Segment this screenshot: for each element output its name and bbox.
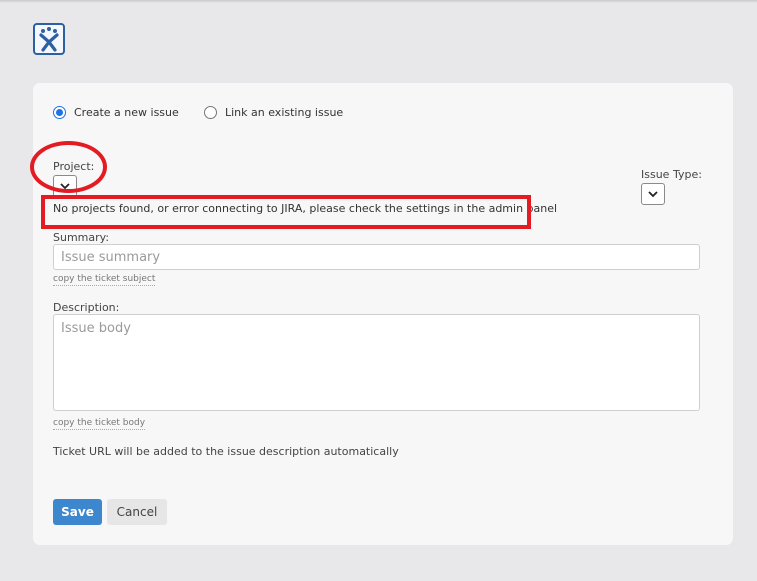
description-textarea[interactable]	[53, 314, 700, 411]
chevron-down-icon	[60, 182, 70, 189]
create-issue-option[interactable]: Create a new issue	[53, 103, 179, 121]
summary-input[interactable]	[53, 244, 700, 270]
description-label: Description:	[53, 301, 120, 314]
jira-logo-icon	[33, 23, 65, 55]
top-bar	[0, 0, 757, 3]
link-issue-label[interactable]: Link an existing issue	[225, 106, 343, 119]
cancel-button[interactable]: Cancel	[107, 499, 167, 525]
create-issue-label[interactable]: Create a new issue	[74, 106, 179, 119]
create-issue-form: Create a new issue Link an existing issu…	[30, 83, 733, 545]
project-select[interactable]	[53, 175, 77, 197]
copy-subject-link[interactable]: copy the ticket subject	[53, 273, 156, 286]
copy-body-link[interactable]: copy the ticket body	[53, 417, 146, 430]
link-issue-radio[interactable]	[204, 105, 217, 119]
save-button[interactable]: Save	[53, 499, 102, 525]
project-label: Project:	[53, 160, 95, 173]
create-issue-radio[interactable]	[53, 105, 66, 119]
project-error-message: No projects found, or error connecting t…	[53, 202, 558, 215]
ticket-url-note: Ticket URL will be added to the issue de…	[53, 445, 399, 458]
chevron-down-icon	[648, 190, 658, 197]
summary-label: Summary:	[53, 231, 110, 244]
link-issue-option[interactable]: Link an existing issue	[204, 103, 343, 121]
issue-type-label: Issue Type:	[641, 168, 702, 181]
issue-type-select[interactable]	[641, 183, 665, 205]
